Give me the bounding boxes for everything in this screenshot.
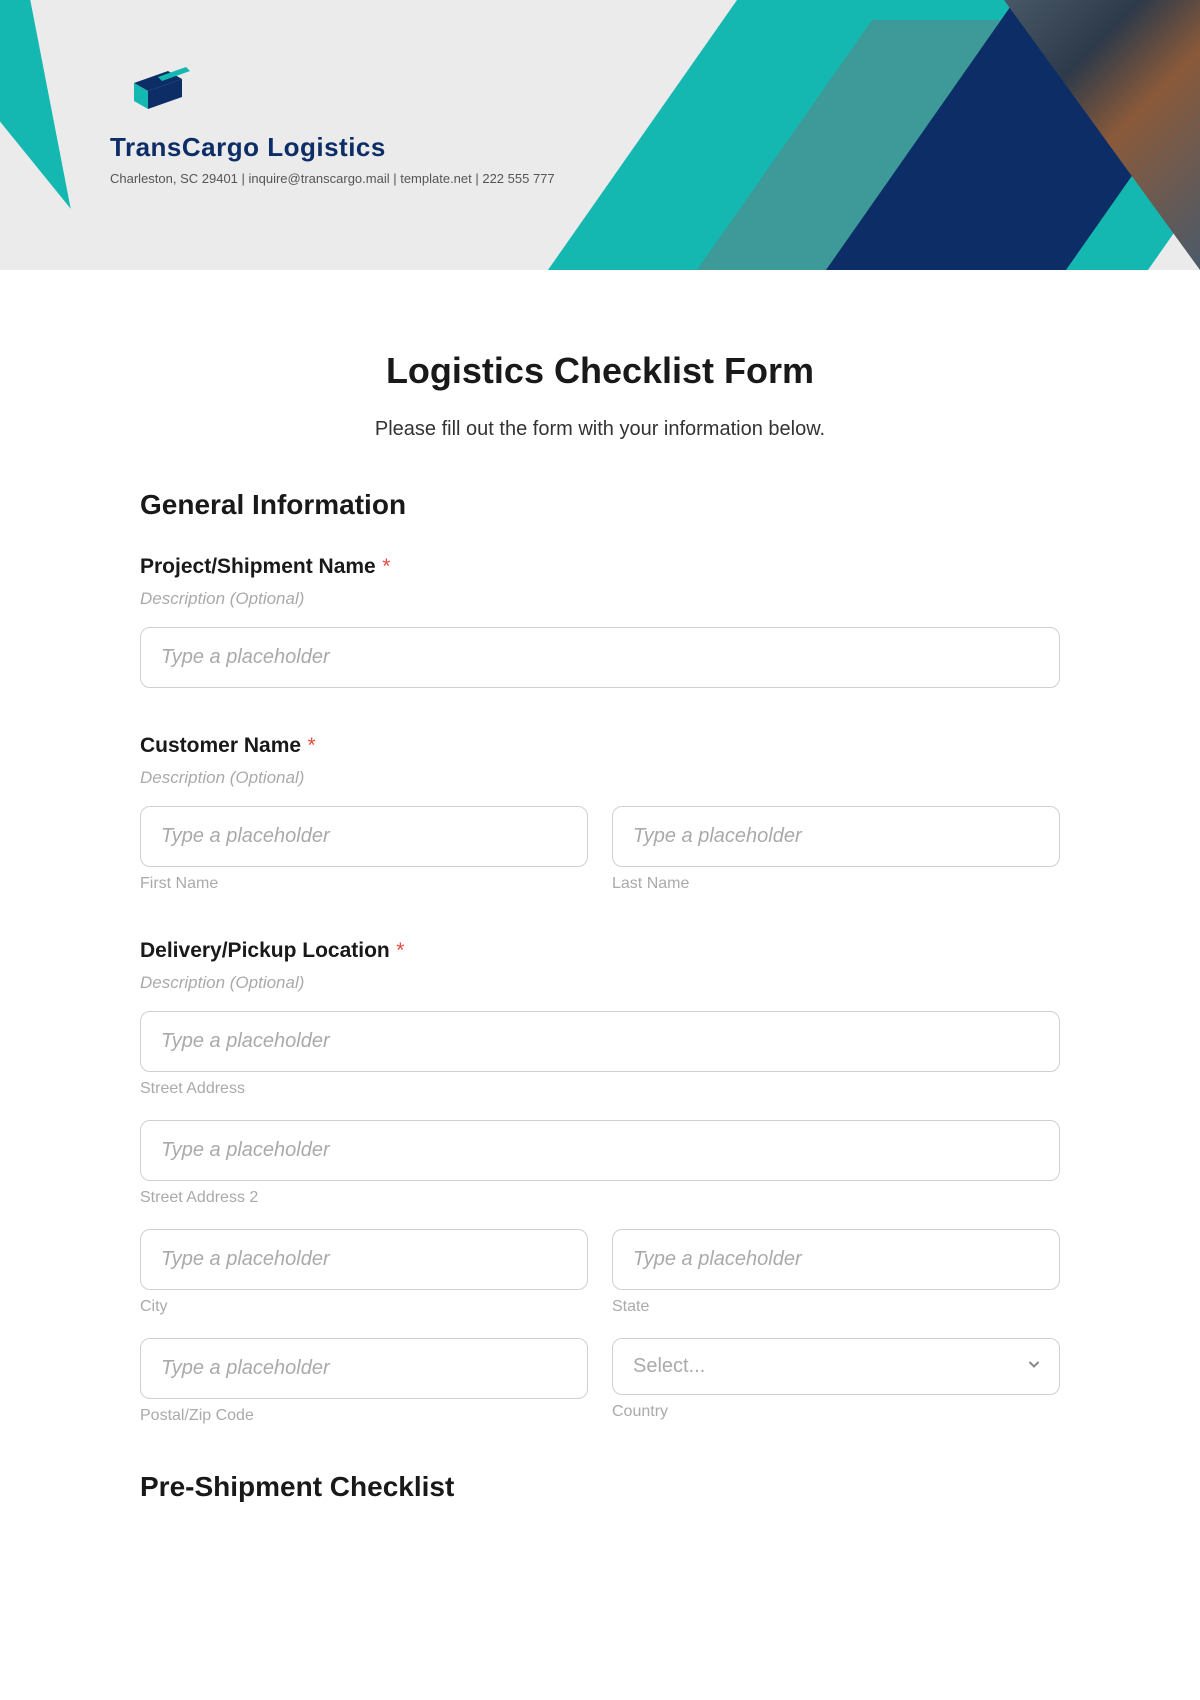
required-indicator: * xyxy=(396,939,404,962)
page-instructions: Please fill out the form with your infor… xyxy=(140,418,1060,441)
postal-code-input[interactable] xyxy=(140,1338,588,1399)
sub-label-country: Country xyxy=(612,1403,1060,1421)
project-name-input[interactable] xyxy=(140,627,1060,688)
sub-label-state: State xyxy=(612,1298,1060,1316)
field-label: Customer Name xyxy=(140,734,301,758)
required-indicator: * xyxy=(382,555,390,578)
section-heading-preshipment: Pre-Shipment Checklist xyxy=(140,1471,1060,1503)
city-input[interactable] xyxy=(140,1229,588,1290)
required-indicator: * xyxy=(308,734,316,757)
field-description: Description (Optional) xyxy=(140,768,1060,788)
first-name-input[interactable] xyxy=(140,806,588,867)
street-address-2-input[interactable] xyxy=(140,1120,1060,1181)
street-address-input[interactable] xyxy=(140,1011,1060,1072)
sub-label-street2: Street Address 2 xyxy=(140,1189,1060,1207)
field-description: Description (Optional) xyxy=(140,973,1060,993)
field-label: Delivery/Pickup Location xyxy=(140,939,390,963)
page-header: TransCargo Logistics Charleston, SC 2940… xyxy=(0,0,1200,270)
field-customer-name: Customer Name * Description (Optional) F… xyxy=(140,734,1060,893)
form-content: Logistics Checklist Form Please fill out… xyxy=(0,270,1200,1577)
state-input[interactable] xyxy=(612,1229,1060,1290)
sub-label-street: Street Address xyxy=(140,1080,1060,1098)
field-label: Project/Shipment Name xyxy=(140,555,376,579)
country-select[interactable]: Select... xyxy=(612,1338,1060,1395)
sub-label-city: City xyxy=(140,1298,588,1316)
sub-label-last-name: Last Name xyxy=(612,875,1060,893)
company-contact-line: Charleston, SC 29401 | inquire@transcarg… xyxy=(110,171,555,186)
page-title: Logistics Checklist Form xyxy=(140,350,1060,392)
field-delivery-location: Delivery/Pickup Location * Description (… xyxy=(140,939,1060,1425)
last-name-input[interactable] xyxy=(612,806,1060,867)
sub-label-postal: Postal/Zip Code xyxy=(140,1407,588,1425)
field-project-name: Project/Shipment Name * Description (Opt… xyxy=(140,555,1060,688)
sub-label-first-name: First Name xyxy=(140,875,588,893)
section-heading-general: General Information xyxy=(140,489,1060,521)
company-name: TransCargo Logistics xyxy=(110,132,386,163)
field-description: Description (Optional) xyxy=(140,589,1060,609)
company-logo-icon xyxy=(128,65,194,122)
